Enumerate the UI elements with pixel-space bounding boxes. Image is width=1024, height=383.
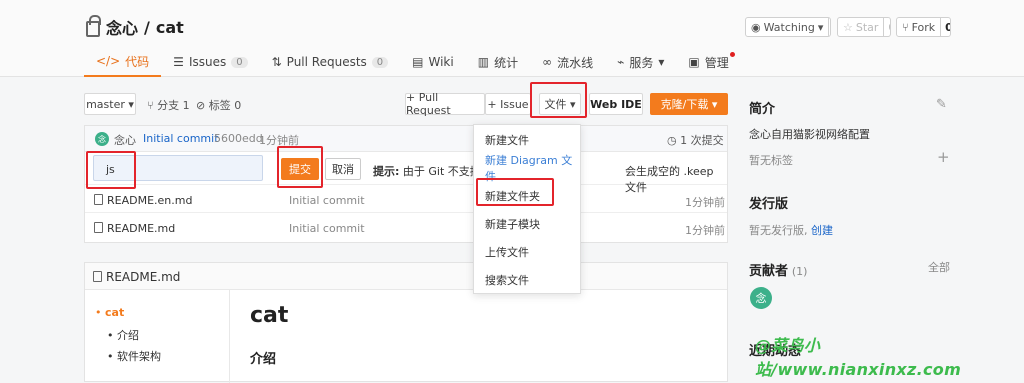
add-tag-icon[interactable]: +: [937, 148, 950, 166]
file-commit-message[interactable]: Initial commit: [289, 194, 365, 207]
no-tags-text: 暂无标签: [749, 154, 793, 167]
create-release-link[interactable]: 创建: [811, 224, 833, 237]
caret-down-icon: ▾: [128, 97, 134, 111]
edit-icon[interactable]: ✎: [936, 97, 947, 112]
tab-pull-requests[interactable]: ⇅ Pull Requests 0: [260, 47, 401, 77]
new-folder-row: js 提交 取消 提示: 由于 Git 不支持空 会生成空的 .keep 文件: [85, 152, 727, 194]
repo-owner-link[interactable]: 念心: [106, 15, 138, 39]
new-issue-button[interactable]: + Issue: [485, 93, 531, 115]
tab-stats[interactable]: ▥ 统计: [466, 47, 530, 77]
file-icon: [94, 194, 103, 205]
tab-manage[interactable]: ▣ 管理: [676, 47, 740, 77]
branch-icon: ⑂: [147, 99, 154, 112]
highlight-folder-input: [86, 151, 136, 189]
readme-panel: README.md • cat • 介绍 • 软件架构 cat 介绍: [84, 262, 728, 383]
release-title: 发行版: [749, 197, 789, 212]
menu-item-new-file[interactable]: 新建文件: [474, 126, 580, 154]
commit-hash[interactable]: 5600edd: [214, 132, 263, 145]
repo-tabs: </> 代码 ☰ Issues 0 ⇅ Pull Requests 0 ▤ Wiki ▥ 统计…: [84, 47, 741, 77]
all-contributors-link[interactable]: 全部: [928, 259, 950, 275]
cancel-button[interactable]: 取消: [325, 158, 361, 180]
fork-icon: ⑂: [902, 20, 909, 34]
caret-down-icon: ▾: [817, 20, 824, 34]
service-icon: ⌁: [617, 55, 625, 69]
fork-count[interactable]: 0: [941, 21, 950, 34]
file-commit-message[interactable]: Initial commit: [289, 222, 365, 235]
clock-icon: ◷: [667, 134, 677, 147]
menu-item-upload-file[interactable]: 上传文件: [474, 238, 580, 266]
stats-icon: ▥: [477, 55, 490, 69]
readme-header: README.md: [85, 263, 727, 290]
branch-select[interactable]: master ▾: [84, 93, 136, 115]
toc-item[interactable]: • 介绍: [107, 327, 139, 343]
tags-link[interactable]: ⊘ 标签 0: [196, 97, 241, 113]
no-release-text: 暂无发行版, 创建: [749, 224, 833, 237]
menu-item-search-file[interactable]: 搜索文件: [474, 266, 580, 294]
clone-download-button[interactable]: 克隆/下载 ▾: [650, 93, 728, 115]
tab-issues[interactable]: ☰ Issues 0: [161, 47, 259, 77]
notification-dot: [729, 52, 735, 57]
readme-heading: cat: [250, 303, 289, 328]
issues-badge: 0: [231, 56, 248, 68]
table-row[interactable]: README.md Initial commit 1分钟前: [85, 214, 727, 242]
watermark: @菜鸟小站/www.nianxinxz.com: [755, 336, 962, 379]
readme-filename: README.md: [93, 270, 180, 284]
fork-button[interactable]: ⑂Fork 0: [896, 17, 951, 37]
table-row[interactable]: README.en.md Initial commit 1分钟前: [85, 186, 727, 213]
tab-pipeline[interactable]: ∞ 流水线: [530, 47, 605, 77]
repo-separator: /: [144, 17, 150, 37]
book-icon: [93, 271, 102, 282]
file-icon: [94, 222, 103, 233]
file-time: 1分钟前: [685, 196, 725, 209]
lock-icon: [86, 15, 101, 37]
file-name-link[interactable]: README.md: [94, 222, 175, 235]
code-icon: </>: [96, 54, 121, 68]
caret-down-icon: ▾: [658, 55, 665, 69]
file-name-link[interactable]: README.en.md: [94, 194, 192, 207]
repo-name-link[interactable]: cat: [156, 18, 184, 37]
contributors-header: 贡献者 (1): [749, 264, 808, 279]
commit-author-avatar: 念: [95, 132, 109, 146]
star-count[interactable]: 0: [884, 21, 890, 34]
pull-request-icon: ⇅: [271, 55, 282, 69]
file-dropdown-menu: 新建文件 新建 Diagram 文件 新建文件夹 新建子模块 上传文件 搜索文件: [473, 124, 581, 294]
readme-subheading: 介绍: [250, 352, 277, 367]
commit-bar: 念 念心 Initial commit 5600edd 1分钟前 ◷ 1 次提交: [85, 126, 727, 152]
manage-icon: ▣: [688, 55, 700, 69]
branches-link[interactable]: ⑂ 分支 1: [147, 97, 190, 113]
intro-title: 简介: [749, 102, 776, 117]
tab-service[interactable]: ⌁ 服务 ▾: [605, 47, 676, 77]
file-time: 1分钟前: [685, 224, 725, 237]
intro-text: 念心自用猫影视网络配置: [749, 128, 870, 141]
pr-badge: 0: [371, 56, 389, 68]
tag-icon: ⊘: [196, 99, 206, 112]
web-ide-button[interactable]: Web IDE: [589, 93, 643, 115]
watch-count[interactable]: 1: [829, 21, 830, 34]
highlight-submit: [277, 146, 323, 188]
watch-button[interactable]: ◉Watching▾ 1: [745, 17, 831, 37]
file-list-panel: 念 念心 Initial commit 5600edd 1分钟前 ◷ 1 次提交…: [84, 125, 728, 243]
eye-icon: ◉: [751, 20, 761, 34]
wiki-icon: ▤: [412, 55, 424, 69]
commit-author[interactable]: 念心: [114, 132, 136, 148]
highlight-file-menu: [530, 82, 587, 118]
tab-wiki[interactable]: ▤ Wiki: [400, 47, 466, 77]
toc-item[interactable]: • cat: [95, 306, 124, 319]
new-pull-request-button[interactable]: + Pull Request: [405, 91, 485, 117]
repo-title: 念心 / cat: [86, 15, 184, 39]
tab-code[interactable]: </> 代码: [84, 47, 162, 77]
issues-icon: ☰: [173, 55, 184, 69]
caret-down-icon: ▾: [711, 97, 718, 111]
menu-item-new-submodule[interactable]: 新建子模块: [474, 210, 580, 238]
readme-toc: • cat • 介绍 • 软件架构: [85, 290, 230, 383]
toc-item[interactable]: • 软件架构: [107, 348, 161, 364]
contributor-avatar[interactable]: 念: [750, 287, 772, 309]
repo-header: 念心 / cat ◉Watching▾ 1 ☆Star 0 ⑂Fork 0 </…: [0, 0, 1024, 77]
star-icon: ☆: [843, 20, 853, 34]
star-button[interactable]: ☆Star 0: [837, 17, 891, 37]
commit-message[interactable]: Initial commit: [143, 132, 219, 145]
pipeline-icon: ∞: [542, 55, 553, 69]
highlight-new-folder: [476, 178, 554, 206]
commit-count-link[interactable]: ◷ 1 次提交: [667, 132, 724, 148]
